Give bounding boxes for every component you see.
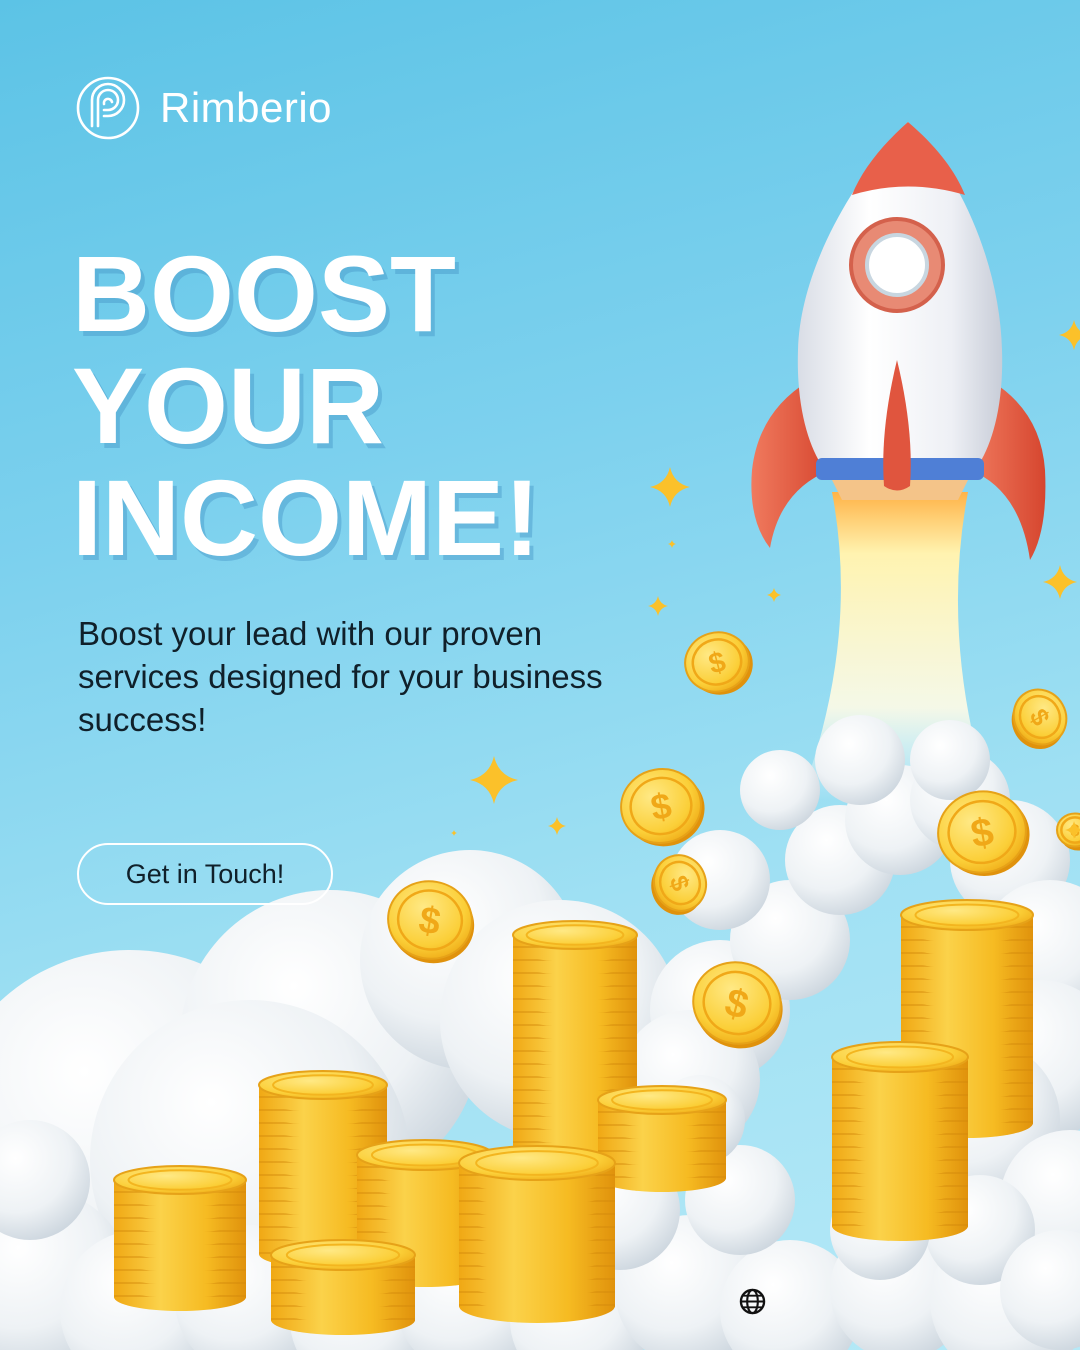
sparkle: [1043, 565, 1077, 599]
rocket: [751, 122, 1046, 560]
coin-stack: [458, 1145, 616, 1323]
subcopy: Boost your lead with our proven services…: [78, 615, 603, 738]
sparkle: [668, 540, 676, 548]
globe-icon[interactable]: [739, 1288, 766, 1315]
brand: Rimberio: [76, 76, 332, 140]
get-in-touch-button[interactable]: Get in Touch!: [77, 843, 333, 905]
coin-stack: [113, 1165, 247, 1311]
sparkle: [451, 830, 457, 836]
poster: $$$$$$$$ Rimberio BOOST YOUR INCOME! Boo…: [0, 0, 1080, 1350]
sparkle: [650, 467, 690, 507]
coin-stack: [831, 1041, 969, 1241]
rocket-nose: [852, 122, 965, 195]
floating-coin: $: [684, 631, 753, 695]
sparkle: [470, 756, 518, 804]
rocket-window: [865, 233, 929, 297]
floating-coin: $: [1011, 688, 1068, 750]
cloud-puff: [740, 750, 820, 830]
sparkle: [767, 588, 781, 602]
headline-line-3: INCOME!: [72, 457, 540, 578]
sparkle: [648, 596, 668, 616]
headline: BOOST YOUR INCOME!: [72, 238, 540, 574]
cloud-puff: [815, 715, 905, 805]
coin-stack: [597, 1085, 727, 1192]
headline-line-2: YOUR: [72, 345, 385, 466]
sparkle: [548, 817, 566, 835]
coin-stack: [270, 1239, 416, 1335]
sparkle: [1059, 320, 1080, 350]
cloud-puff: [910, 720, 990, 800]
brand-name: Rimberio: [160, 84, 333, 131]
spiral-p-logo-icon: [76, 76, 140, 140]
headline-line-1: BOOST: [72, 233, 457, 354]
